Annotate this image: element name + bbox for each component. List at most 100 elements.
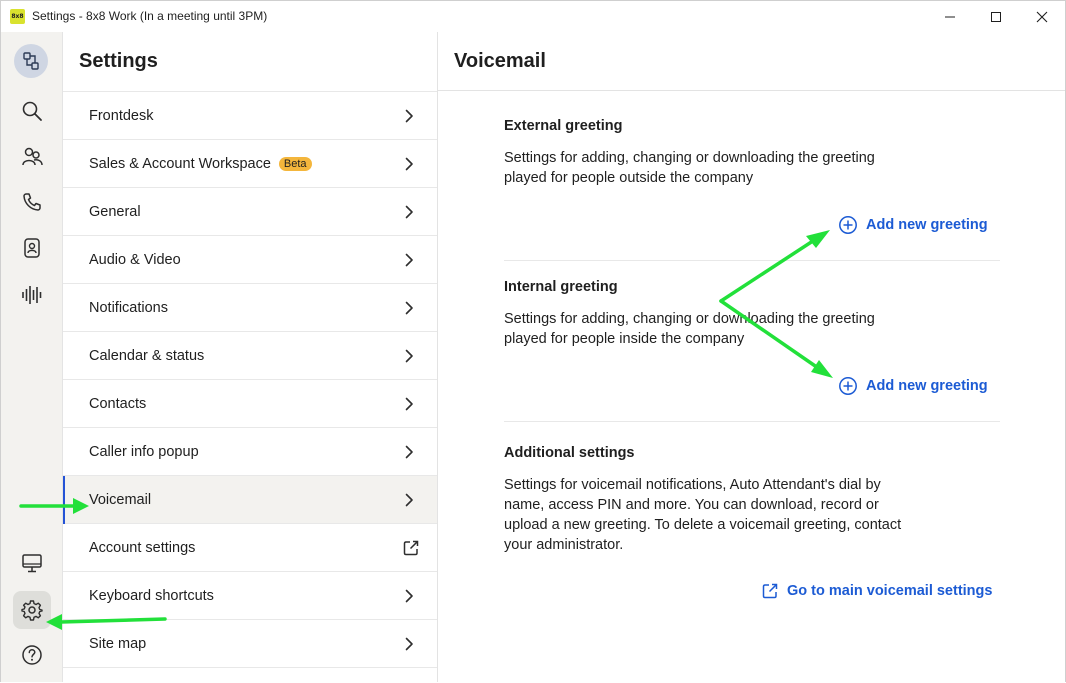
settings-button[interactable] <box>13 591 51 629</box>
chevron-right-icon <box>405 445 413 459</box>
page-title: Voicemail <box>454 50 546 72</box>
nav-item-voicemail[interactable]: Voicemail <box>63 476 437 524</box>
external-greeting-section: External greeting Settings for adding, c… <box>504 118 1000 188</box>
presence-icon <box>23 52 39 70</box>
chevron-indicator <box>401 396 417 412</box>
maximize-icon <box>991 11 1001 22</box>
chevron-indicator <box>401 636 417 652</box>
title-bar: 8x8 Settings - 8x8 Work (In a meeting un… <box>1 1 1065 32</box>
chevron-right-icon <box>405 109 413 123</box>
chevron-indicator <box>401 156 417 172</box>
nav-item-sales-account-workspace[interactable]: Sales & Account Workspace Beta <box>63 140 437 188</box>
nav-item-text: Caller info popup <box>89 443 199 460</box>
nav-item-calendar-status[interactable]: Calendar & status <box>63 332 437 380</box>
settings-gear-icon <box>21 600 43 621</box>
minimize-button[interactable] <box>927 1 973 32</box>
maximize-button[interactable] <box>973 1 1019 32</box>
nav-item-text: Sales & Account Workspace <box>89 155 271 172</box>
voicemail-wave-button[interactable] <box>14 277 50 313</box>
close-button[interactable] <box>1019 1 1065 32</box>
nav-item-site-map[interactable]: Site map <box>63 620 437 668</box>
add-circle-icon <box>839 216 857 234</box>
chevron-indicator <box>401 492 417 508</box>
nav-item-notifications[interactable]: Notifications <box>63 284 437 332</box>
nav-item-label: Keyboard shortcuts <box>89 588 214 604</box>
nav-item-text: Keyboard shortcuts <box>89 587 214 604</box>
help-button[interactable] <box>14 637 50 673</box>
chevron-indicator <box>401 588 417 604</box>
nav-item-label: Frontdesk <box>89 108 153 124</box>
main-voicemail-settings-link[interactable]: Go to main voicemail settings <box>761 582 992 600</box>
nav-item-label: Audio & Video <box>89 252 181 268</box>
nav-item-label: Account settings <box>89 540 195 556</box>
contacts-button[interactable] <box>14 139 50 175</box>
additional-settings-title: Additional settings <box>504 445 635 461</box>
phone-button[interactable] <box>14 184 50 220</box>
desktop-button[interactable] <box>14 545 50 581</box>
window-title: Settings - 8x8 Work (In a meeting until … <box>32 9 268 23</box>
nav-item-label: Caller info popup <box>89 444 199 460</box>
help-icon <box>22 645 42 665</box>
internal-greeting-section: Internal greeting Settings for adding, c… <box>504 279 1000 349</box>
chevron-indicator <box>401 300 417 316</box>
voicemail-content: Voicemail External greeting Settings for… <box>438 32 1065 682</box>
desktop-icon <box>22 554 42 573</box>
presence-button[interactable] <box>14 44 48 78</box>
nav-item-label: Voicemail <box>89 492 151 508</box>
nav-item-audio-video[interactable]: Audio & Video <box>63 236 437 284</box>
add-circle-icon <box>839 377 857 395</box>
external-link-icon <box>762 583 778 599</box>
external-greeting-desc: Settings for adding, changing or downloa… <box>504 150 875 186</box>
search-button[interactable] <box>14 93 50 129</box>
nav-item-text: Contacts <box>89 395 147 412</box>
chevron-right-icon <box>405 349 413 363</box>
nav-item-text: Audio & Video <box>89 251 181 268</box>
nav-item-text: Account settings <box>89 539 196 556</box>
nav-item-label: Sales & Account Workspace Beta <box>89 156 312 172</box>
add-internal-greeting-button[interactable]: Add new greeting <box>838 376 988 396</box>
main-voicemail-settings-label: Go to main voicemail settings <box>787 583 993 599</box>
add-internal-greeting-label: Add new greeting <box>866 378 988 394</box>
close-icon <box>1036 11 1048 22</box>
external-greeting-title: External greeting <box>504 118 623 134</box>
additional-settings-section: Additional settings Settings for voicema… <box>504 445 1000 555</box>
nav-item-text: Notifications <box>89 299 168 316</box>
chevron-indicator <box>401 252 417 268</box>
nav-item-text: Site map <box>89 635 147 652</box>
nav-item-label: General <box>89 204 141 220</box>
app-logo: 8x8 <box>10 9 25 24</box>
chevron-right-icon <box>405 205 413 219</box>
external-link-icon <box>403 540 419 556</box>
nav-item-general[interactable]: General <box>63 188 437 236</box>
nav-item-account-settings[interactable]: Account settings <box>63 524 437 572</box>
add-external-greeting-label: Add new greeting <box>866 217 988 233</box>
nav-item-contacts[interactable]: Contacts <box>63 380 437 428</box>
search-icon <box>22 101 42 121</box>
directory-button[interactable] <box>14 230 50 266</box>
nav-item-caller-info-popup[interactable]: Caller info popup <box>63 428 437 476</box>
nav-item-text: General <box>89 203 141 220</box>
nav-item-text: Voicemail <box>89 491 152 508</box>
nav-item-label: Contacts <box>89 396 146 412</box>
settings-nav-pane: Settings Frontdesk Sales & Account Worksp… <box>63 32 438 682</box>
nav-item-frontdesk[interactable]: Frontdesk <box>63 92 437 140</box>
voicemail-wave-icon <box>22 286 42 304</box>
internal-greeting-desc: Settings for adding, changing or downloa… <box>504 311 875 347</box>
chevron-indicator <box>401 444 417 460</box>
chevron-right-icon <box>405 301 413 315</box>
chevron-right-icon <box>405 253 413 267</box>
app-window: 8x8 Settings - 8x8 Work (In a meeting un… <box>0 0 1066 682</box>
nav-item-text: Frontdesk <box>89 107 154 124</box>
chevron-right-icon <box>405 493 413 507</box>
nav-item-keyboard-shortcuts[interactable]: Keyboard shortcuts <box>63 572 437 620</box>
chevron-right-icon <box>405 157 413 171</box>
chevron-indicator <box>401 108 417 124</box>
add-external-greeting-button[interactable]: Add new greeting <box>838 215 988 235</box>
chevron-indicator <box>401 204 417 220</box>
chevron-indicator <box>401 348 417 364</box>
contacts-icon <box>22 147 43 166</box>
external-link-indicator <box>402 539 420 557</box>
nav-item-label: Site map <box>89 636 146 652</box>
settings-nav-list: Frontdesk Sales & Account Workspace Beta Ge… <box>63 91 437 668</box>
content-header: Voicemail <box>438 32 1065 91</box>
